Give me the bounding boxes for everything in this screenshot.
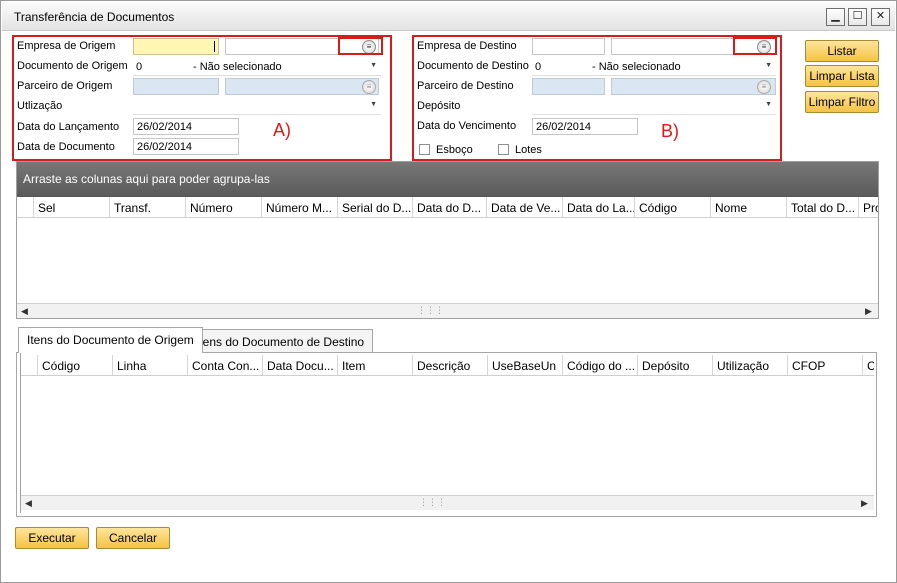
documents-grid-column-header[interactable]: Número xyxy=(185,197,261,217)
listar-button[interactable]: Listar xyxy=(805,40,879,62)
items-grid-header: Código Linha Conta Con... Data Docu... Item D… xyxy=(21,355,874,376)
items-grid-column-header[interactable]: Linha xyxy=(112,355,187,375)
window-title: Transferência de Documentos xyxy=(14,10,175,24)
close-icon[interactable]: ✕ xyxy=(871,8,890,26)
scroll-left-icon[interactable]: ◀ xyxy=(25,498,32,509)
items-grid-column-header[interactable]: Depósito xyxy=(637,355,712,375)
documents-grid-column-header[interactable]: Data do D... xyxy=(412,197,486,217)
items-grid-column-header[interactable]: C: xyxy=(862,355,874,375)
items-grid: Código Linha Conta Con... Data Docu... Item D… xyxy=(20,353,874,513)
documents-grid-column-header[interactable]: Código xyxy=(634,197,710,217)
annotation-label-a: A) xyxy=(273,120,291,140)
items-grid-column-header[interactable]: UseBaseUn xyxy=(487,355,562,375)
transfer-window: Transferência de Documentos ▁ ☐ ✕ Empres… xyxy=(0,0,897,583)
minimize-icon[interactable]: ▁ xyxy=(826,8,845,26)
documents-grid-column-header[interactable]: Transf. xyxy=(109,197,185,217)
items-grid-column-header[interactable]: CFOP xyxy=(787,355,862,375)
annotation-box-destination-cfl xyxy=(733,37,777,55)
title-bar: Transferência de Documentos ▁ ☐ ✕ xyxy=(2,2,895,31)
items-grid-scrollbar[interactable]: ◀ ⋮⋮⋮ ▶ xyxy=(21,495,874,510)
documents-grid-header: Sel Transf. Número Número M... Serial do D..… xyxy=(17,197,878,218)
maximize-icon[interactable]: ☐ xyxy=(848,8,867,26)
items-grid-column-header[interactable]: Descrição xyxy=(412,355,487,375)
documents-grid-column-header[interactable]: Sel xyxy=(33,197,109,217)
documents-grid-column-header[interactable]: Data do La... xyxy=(562,197,634,217)
group-by-bar[interactable]: Arraste as colunas aqui para poder agrup… xyxy=(17,162,878,197)
items-grid-column-header[interactable]: Código do ... xyxy=(562,355,637,375)
cancelar-button[interactable]: Cancelar xyxy=(96,527,170,549)
tab-panel-itens: Código Linha Conta Con... Data Docu... Item D… xyxy=(16,352,877,517)
items-grid-column-header[interactable]: Utilização xyxy=(712,355,787,375)
scroll-right-icon[interactable]: ▶ xyxy=(865,306,872,317)
documents-grid-column-header[interactable]: Data de Ve... xyxy=(486,197,562,217)
scroll-grip-icon[interactable]: ⋮⋮⋮ xyxy=(417,305,444,316)
items-grid-column-header[interactable]: Item xyxy=(337,355,412,375)
annotation-label-b: B) xyxy=(661,121,679,141)
documents-grid: Arraste as colunas aqui para poder agrup… xyxy=(16,161,879,319)
tab-itens-destino[interactable]: Itens do Documento de Destino xyxy=(187,329,374,353)
executar-button[interactable]: Executar xyxy=(15,527,89,549)
documents-grid-column-header[interactable]: Serial do D... xyxy=(337,197,412,217)
tab-itens-origem[interactable]: Itens do Documento de Origem xyxy=(18,327,203,353)
scroll-left-icon[interactable]: ◀ xyxy=(21,306,28,317)
scroll-grip-icon[interactable]: ⋮⋮⋮ xyxy=(419,497,446,508)
scroll-right-icon[interactable]: ▶ xyxy=(861,498,868,509)
documents-grid-column-header[interactable]: Nome xyxy=(710,197,786,217)
documents-grid-scrollbar[interactable]: ◀ ⋮⋮⋮ ▶ xyxy=(17,303,878,318)
documents-grid-column-header[interactable]: Número M... xyxy=(261,197,337,217)
annotation-box-origin xyxy=(12,35,392,161)
items-grid-column-header[interactable]: Conta Con... xyxy=(187,355,262,375)
limpar-filtro-button[interactable]: Limpar Filtro xyxy=(805,91,879,113)
documents-grid-column-header[interactable]: Pro xyxy=(858,197,878,217)
annotation-box-destination xyxy=(412,35,782,161)
items-grid-column-header[interactable]: Código xyxy=(37,355,112,375)
limpar-lista-button[interactable]: Limpar Lista xyxy=(805,65,879,87)
items-grid-column-header[interactable]: Data Docu... xyxy=(262,355,337,375)
annotation-box-origin-cfl xyxy=(338,37,383,55)
documents-grid-column-header[interactable]: Total do D... xyxy=(786,197,858,217)
